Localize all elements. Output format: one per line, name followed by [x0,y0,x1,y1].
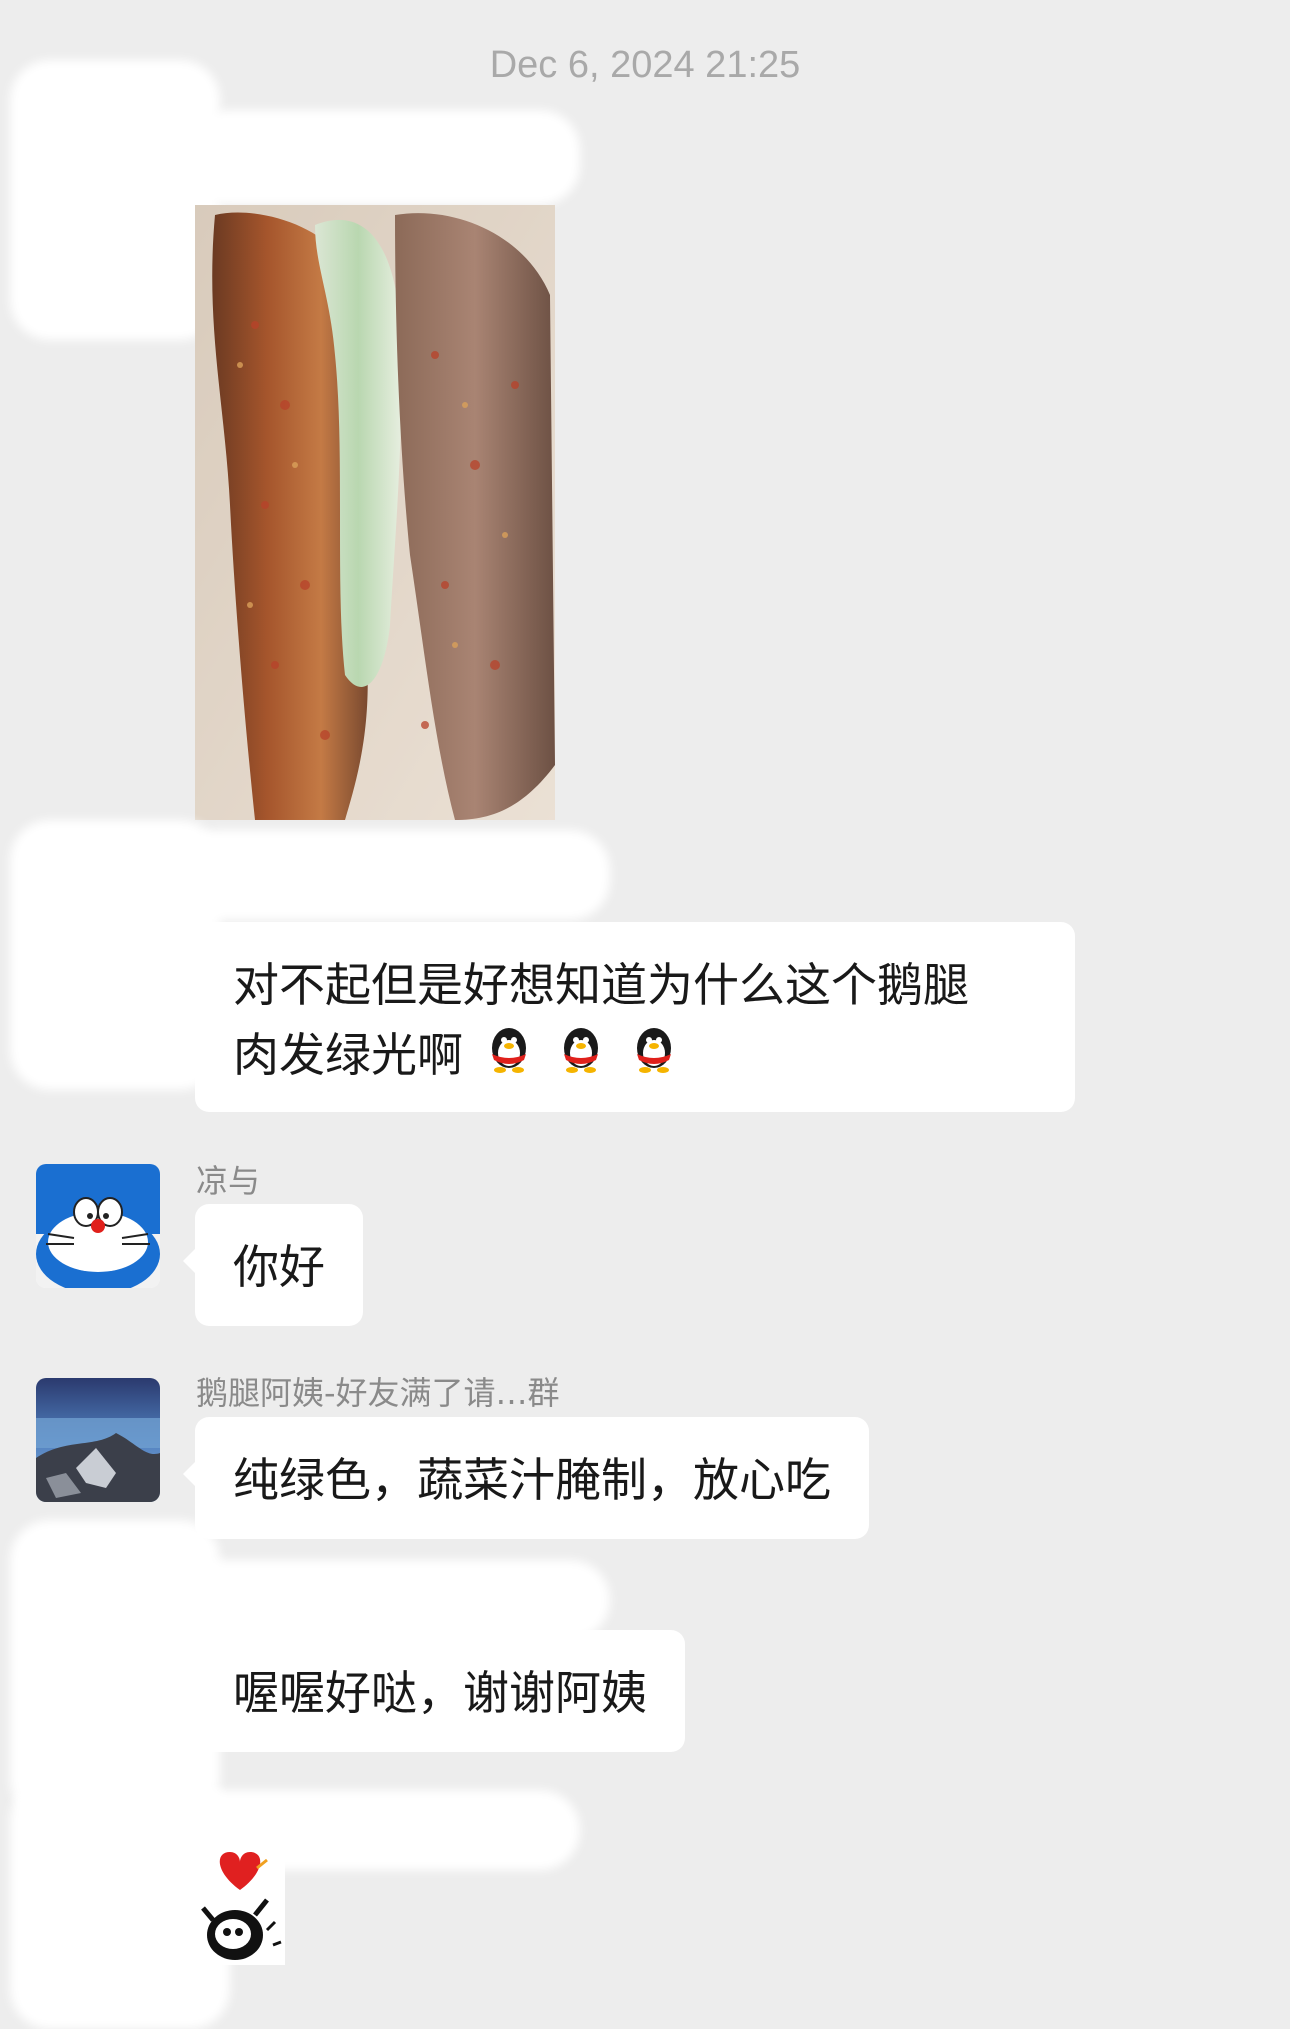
message-text: 肉发绿光啊 [233,1028,463,1082]
avatar-doraemon[interactable] [36,1164,160,1288]
redacted-sender-name [190,110,580,205]
redacted-avatar [10,60,220,340]
message-bubble[interactable]: 对不起但是好想知道为什么这个鹅腿 肉发绿光啊 [183,922,1075,1112]
avatar-goose-leg-aunt[interactable] [36,1378,160,1502]
message-bubble[interactable]: 纯绿色，蔬菜汁腌制，放心吃 [183,1417,869,1539]
qq-penguin-icon [554,1022,608,1095]
bubble-tail [183,1461,196,1487]
qq-penguin-icon [482,1022,536,1095]
message-text: 你好 [233,1240,325,1294]
bubble-tail [183,1674,196,1700]
bubble-tail [183,966,196,992]
qq-penguin-icon [627,1022,681,1095]
goose-leg-photo [195,205,555,820]
redacted-sender-name [180,830,610,920]
sender-name: 凉与 [196,1162,261,1200]
message-text-line: 肉发绿光啊 [233,1020,1037,1095]
doraemon-icon [36,1164,160,1288]
message-text: 纯绿色，蔬菜汁腌制，放心吃 [233,1453,831,1507]
chat-screen: Dec 6, 2024 21:25 对不起但是好想知道为什么这个鹅腿 肉发绿光啊… [0,0,1290,2029]
message-bubble[interactable]: 喔喔好哒，谢谢阿姨 [183,1630,685,1752]
landscape-avatar-icon [36,1378,160,1502]
heart-sticker-icon [195,1850,285,1965]
chat-image[interactable] [195,205,555,820]
sticker-message[interactable] [195,1850,285,1965]
sender-name: 鹅腿阿姨-好友满了请…群 [196,1374,560,1412]
redacted-avatar [10,1520,220,1820]
message-text: 喔喔好哒，谢谢阿姨 [233,1666,647,1720]
message-text-line: 对不起但是好想知道为什么这个鹅腿 [233,958,969,1012]
message-bubble[interactable]: 你好 [183,1204,363,1326]
bubble-tail [183,1248,196,1274]
redacted-sender-name [180,1560,610,1640]
